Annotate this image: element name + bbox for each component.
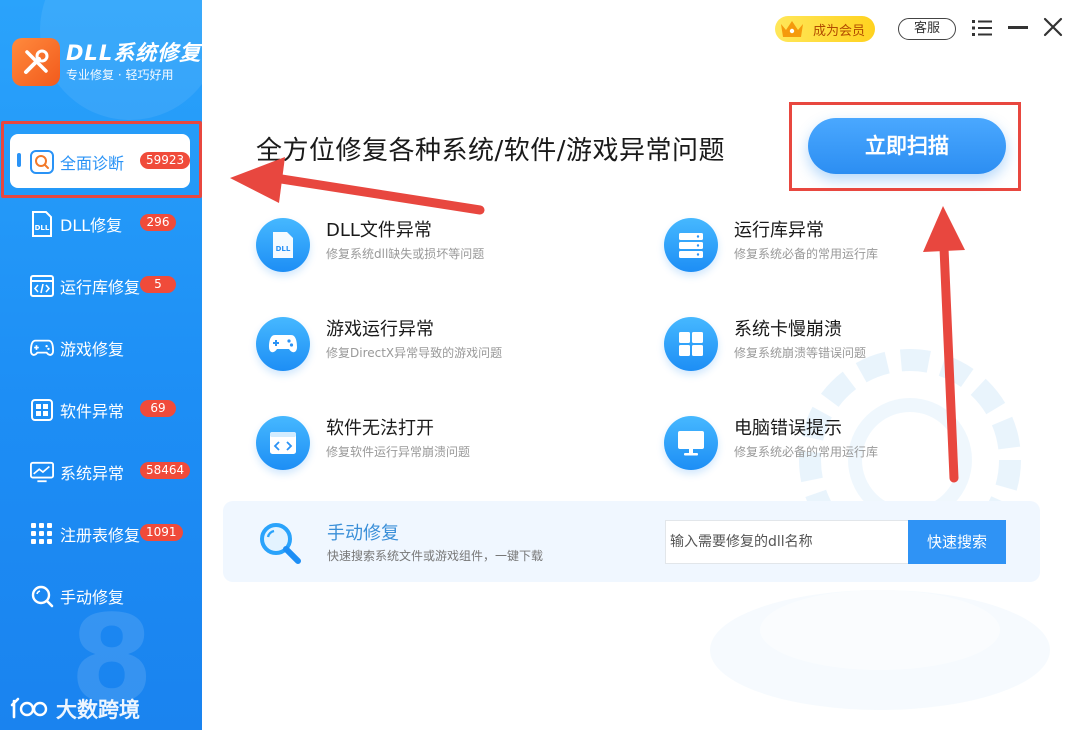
page-headline: 全方位修复各种系统/软件/游戏异常问题 [256,136,726,166]
feature-desc: 修复DirectX异常导致的游戏问题 [326,346,503,360]
wrench-screwdriver-icon [12,38,60,86]
feature-title: 电脑错误提示 [734,418,842,439]
quick-search-button[interactable]: 快速搜索 [908,520,1006,564]
sidebar: DLL系统修复 专业修复 · 轻巧好用 全面诊断 59923 DLL DLL修复… [0,0,202,730]
feature-desc: 修复系统崩溃等错误问题 [734,346,867,360]
code-window-icon [256,416,310,470]
close-icon[interactable] [1042,16,1064,38]
vip-label: 成为会员 [813,23,866,39]
sidebar-item-software-exception[interactable]: 软件异常 69 [0,379,202,441]
brand-title: DLL系统修复 [66,41,202,65]
monitor-chart-icon [30,460,54,484]
sidebar-item-runtime-repair[interactable]: 运行库修复 5 [0,255,202,317]
customer-service-button[interactable]: 客服 [898,18,956,40]
minimize-icon[interactable] [1008,26,1028,29]
manual-repair-panel: 手动修复 快速搜索系统文件或游戏组件，一键下载 输入需要修复的dll名称 快速搜… [223,501,1040,582]
feature-title: 软件无法打开 [326,418,434,439]
feature-desc: 修复系统dll缺失或损坏等问题 [326,247,485,261]
active-indicator [17,153,21,167]
svg-text:DLL: DLL [35,224,50,232]
feature-title: 游戏运行异常 [326,319,434,340]
gamepad-icon [256,317,310,371]
brand: DLL系统修复 专业修复 · 轻巧好用 [12,38,201,86]
manual-repair-title: 手动修复 [327,523,399,544]
count-badge: 296 [140,214,176,231]
vip-button[interactable]: 成为会员 [775,16,875,42]
feature-title: 系统卡慢崩溃 [734,319,842,340]
sidebar-item-label: 软件异常 [60,402,125,421]
crown-icon [781,21,803,37]
sidebar-item-label: 运行库修复 [60,278,141,297]
brand-subtitle: 专业修复 · 轻巧好用 [66,68,174,82]
count-badge: 59923 [140,152,191,169]
server-stack-icon [664,218,718,272]
feature-pc-error[interactable]: 电脑错误提示 修复系统必备的常用运行库 [664,416,878,470]
search-icon [30,150,54,174]
watermark-text: 大数跨境 [56,698,140,722]
feature-desc: 修复系统必备的常用运行库 [734,445,879,459]
count-badge: 1091 [140,524,183,541]
dll-file-icon: DLL [256,218,310,272]
feature-software-open[interactable]: 软件无法打开 修复软件运行异常崩溃问题 [256,416,470,470]
count-badge: 5 [140,276,176,293]
feature-game-runtime[interactable]: 游戏运行异常 修复DirectX异常导致的游戏问题 [256,317,502,371]
watermark-logo-icon [10,697,48,719]
sidebar-item-label: DLL修复 [60,216,123,235]
sidebar-item-registry-repair[interactable]: 注册表修复 1091 [0,503,202,565]
sidebar-item-label: 系统异常 [60,464,125,483]
magnifier-icon [30,584,54,608]
feature-desc: 修复系统必备的常用运行库 [734,247,879,261]
feature-dll-file[interactable]: DLL DLL文件异常 修复系统dll缺失或损坏等问题 [256,218,484,272]
menu-icon[interactable] [972,18,992,38]
feature-runtime[interactable]: 运行库异常 修复系统必备的常用运行库 [664,218,878,272]
app-window: DLL系统修复 专业修复 · 轻巧好用 全面诊断 59923 DLL DLL修复… [0,0,1080,730]
count-badge: 58464 [140,462,191,479]
scan-now-button[interactable]: 立即扫描 [808,118,1006,174]
sidebar-item-label: 游戏修复 [60,340,125,359]
sidebar-item-label: 全面诊断 [60,154,125,173]
gamepad-icon [30,336,54,360]
sidebar-item-full-diagnosis[interactable]: 全面诊断 59923 [0,131,202,193]
sidebar-nav: 全面诊断 59923 DLL DLL修复 296 运行库修复 5 游戏修复 软件… [0,131,202,627]
feature-title: 运行库异常 [734,220,824,241]
feature-title: DLL文件异常 [326,220,432,241]
dll-search-input[interactable]: 输入需要修复的dll名称 [665,520,909,564]
registry-grid-icon [30,522,54,546]
windows-icon [664,317,718,371]
svg-text:DLL: DLL [276,245,291,253]
arrow-to-scan-button [923,206,965,483]
feature-system-slow[interactable]: 系统卡慢崩溃 修复系统崩溃等错误问题 [664,317,866,371]
sidebar-item-dll-repair[interactable]: DLL DLL修复 296 [0,193,202,255]
manual-repair-desc: 快速搜索系统文件或游戏组件，一键下载 [327,549,544,563]
sidebar-item-system-exception[interactable]: 系统异常 58464 [0,441,202,503]
dll-icon: DLL [30,211,54,237]
code-window-icon [30,274,54,298]
sidebar-item-game-repair[interactable]: 游戏修复 [0,317,202,379]
watermark: 大数跨境 [10,694,140,724]
grid-icon [30,398,54,422]
sidebar-item-label: 注册表修复 [60,526,141,545]
magnifier-icon [260,523,301,564]
feature-desc: 修复软件运行异常崩溃问题 [326,445,471,459]
monitor-icon [664,416,718,470]
count-badge: 69 [140,400,176,417]
